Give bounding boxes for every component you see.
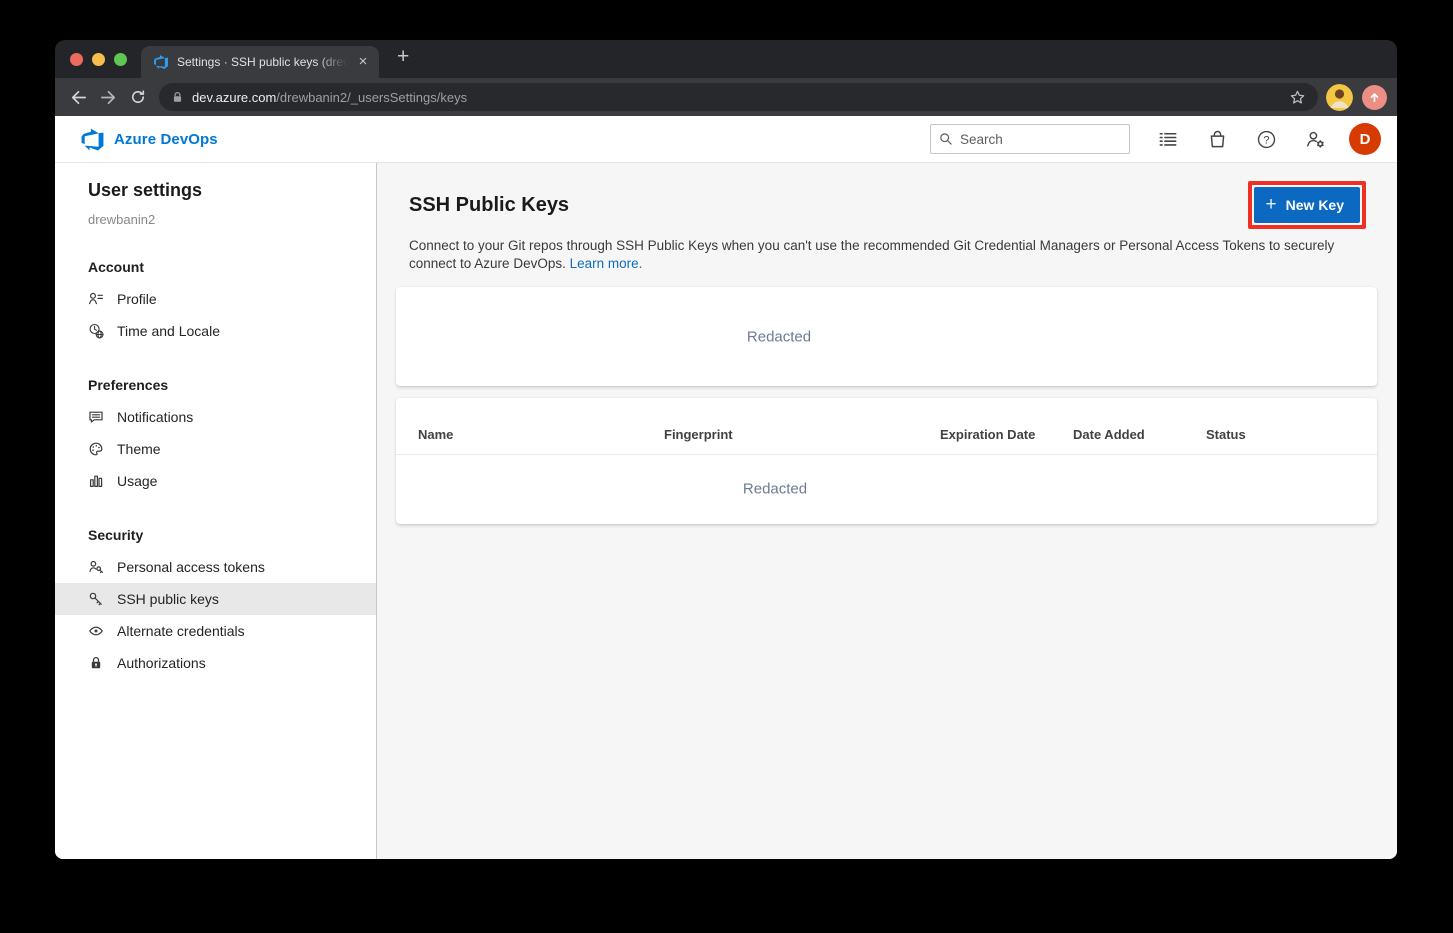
search-icon xyxy=(939,132,953,146)
sidebar-item-label: Profile xyxy=(117,291,157,307)
back-icon[interactable] xyxy=(63,82,93,112)
sidebar-item-label: Authorizations xyxy=(117,655,206,671)
reload-icon[interactable] xyxy=(123,82,153,112)
table-body: Redacted xyxy=(396,455,1377,523)
azure-devops-logo-icon xyxy=(80,127,105,152)
ssh-keys-table-card: Name Fingerprint Expiration Date Date Ad… xyxy=(396,398,1377,524)
browser-tab-strip: Settings · SSH public keys (drew × + xyxy=(55,40,1397,78)
tab-close-icon[interactable]: × xyxy=(355,54,371,70)
learn-more-link[interactable]: Learn more. xyxy=(570,256,643,271)
azure-devops-header: Azure DevOps xyxy=(55,116,1397,163)
sidebar-item-label: SSH public keys xyxy=(117,591,219,607)
browser-toolbar: dev.azure.com/drewbanin2/_usersSettings/… xyxy=(55,78,1397,116)
sidebar-item-profile[interactable]: Profile xyxy=(55,283,376,315)
web-page: Azure DevOps xyxy=(55,116,1397,859)
azure-devops-favicon xyxy=(153,54,169,70)
time-locale-icon xyxy=(88,323,104,339)
svg-text:?: ? xyxy=(1263,134,1269,146)
sidebar-item-personal-access-tokens[interactable]: Personal access tokens xyxy=(55,551,376,583)
sidebar-item-authorizations[interactable]: Authorizations xyxy=(55,647,376,679)
sidebar-item-theme[interactable]: Theme xyxy=(55,433,376,465)
azure-devops-brand[interactable]: Azure DevOps xyxy=(80,127,218,152)
settings-sidebar: User settings drewbanin2 Account Profile xyxy=(55,163,377,859)
search-box[interactable] xyxy=(930,124,1130,154)
forward-icon[interactable] xyxy=(93,82,123,112)
url-text: dev.azure.com/drewbanin2/_usersSettings/… xyxy=(192,90,1281,105)
sidebar-item-alternate-credentials[interactable]: Alternate credentials xyxy=(55,615,376,647)
personal-access-tokens-icon xyxy=(88,559,104,575)
sidebar-item-label: Theme xyxy=(117,441,161,457)
help-icon[interactable]: ? xyxy=(1255,128,1277,150)
profile-icon xyxy=(88,291,104,307)
sidebar-item-label: Personal access tokens xyxy=(117,559,265,575)
table-header-name: Name xyxy=(418,427,453,442)
alternate-credentials-icon xyxy=(88,623,104,639)
browser-update-icon[interactable] xyxy=(1362,85,1387,110)
title-row: SSH Public Keys + New Key xyxy=(409,181,1366,229)
sidebar-item-label: Time and Locale xyxy=(117,323,220,339)
redacted-placeholder: Redacted xyxy=(747,328,811,345)
url-domain: dev.azure.com xyxy=(192,90,276,105)
header-actions: ? D xyxy=(930,123,1381,155)
sidebar-heading-security: Security xyxy=(88,525,376,545)
authorizations-icon xyxy=(88,655,104,671)
notifications-icon xyxy=(88,409,104,425)
browser-tab[interactable]: Settings · SSH public keys (drew × xyxy=(141,46,379,78)
sidebar-item-usage[interactable]: Usage xyxy=(55,465,376,497)
marketplace-bag-icon[interactable] xyxy=(1206,128,1228,150)
sidebar-item-time-and-locale[interactable]: Time and Locale xyxy=(55,315,376,347)
sidebar-item-label: Notifications xyxy=(117,409,193,425)
minimize-window-button[interactable] xyxy=(92,53,105,66)
table-header-date-added: Date Added xyxy=(1073,427,1145,442)
sidebar-item-label: Usage xyxy=(117,473,157,489)
screenshot-frame: Settings · SSH public keys (drew × + xyxy=(0,0,1453,933)
page-title: SSH Public Keys xyxy=(409,194,569,217)
ssh-add-key-card: Redacted xyxy=(396,287,1377,386)
table-header-status: Status xyxy=(1206,427,1246,442)
browser-profile-avatar[interactable] xyxy=(1326,84,1353,111)
page-description: Connect to your Git repos through SSH Pu… xyxy=(409,237,1361,273)
ssh-public-keys-icon xyxy=(88,591,104,607)
table-header-fingerprint: Fingerprint xyxy=(664,427,733,442)
url-path: /drewbanin2/_usersSettings/keys xyxy=(276,90,467,105)
close-window-button[interactable] xyxy=(70,53,83,66)
main-content: SSH Public Keys + New Key Connect to you… xyxy=(377,163,1397,859)
redacted-placeholder: Redacted xyxy=(743,481,807,498)
sidebar-item-notifications[interactable]: Notifications xyxy=(55,401,376,433)
brand-name: Azure DevOps xyxy=(114,131,218,148)
annotation-highlight: + New Key xyxy=(1248,181,1366,229)
sidebar-title: User settings xyxy=(88,179,376,201)
sidebar-heading-preferences: Preferences xyxy=(88,375,376,395)
new-key-button-label: New Key xyxy=(1286,197,1344,213)
plus-icon: + xyxy=(1266,196,1277,214)
bookmark-star-icon[interactable] xyxy=(1289,89,1306,106)
page-body: User settings drewbanin2 Account Profile xyxy=(55,163,1397,859)
lock-icon xyxy=(171,91,184,104)
usage-icon xyxy=(88,473,104,489)
sidebar-item-ssh-public-keys[interactable]: SSH public keys xyxy=(55,583,376,615)
browser-window: Settings · SSH public keys (drew × + xyxy=(55,40,1397,859)
sidebar-username: drewbanin2 xyxy=(88,211,376,229)
macos-traffic-lights xyxy=(70,53,127,66)
sidebar-heading-account: Account xyxy=(88,257,376,277)
description-text: Connect to your Git repos through SSH Pu… xyxy=(409,238,1334,271)
sidebar-item-label: Alternate credentials xyxy=(117,623,245,639)
tab-title: Settings · SSH public keys (drew xyxy=(177,55,347,69)
theme-icon xyxy=(88,441,104,457)
table-header-row: Name Fingerprint Expiration Date Date Ad… xyxy=(396,398,1377,455)
account-avatar[interactable]: D xyxy=(1349,123,1381,155)
address-bar[interactable]: dev.azure.com/drewbanin2/_usersSettings/… xyxy=(159,83,1318,111)
search-input[interactable] xyxy=(960,132,1121,147)
zoom-window-button[interactable] xyxy=(114,53,127,66)
task-list-icon[interactable] xyxy=(1157,128,1179,150)
new-tab-button[interactable]: + xyxy=(397,50,409,64)
user-settings-gear-icon[interactable] xyxy=(1304,128,1326,150)
table-header-expiration-date: Expiration Date xyxy=(940,427,1035,442)
new-key-button[interactable]: + New Key xyxy=(1254,187,1360,223)
